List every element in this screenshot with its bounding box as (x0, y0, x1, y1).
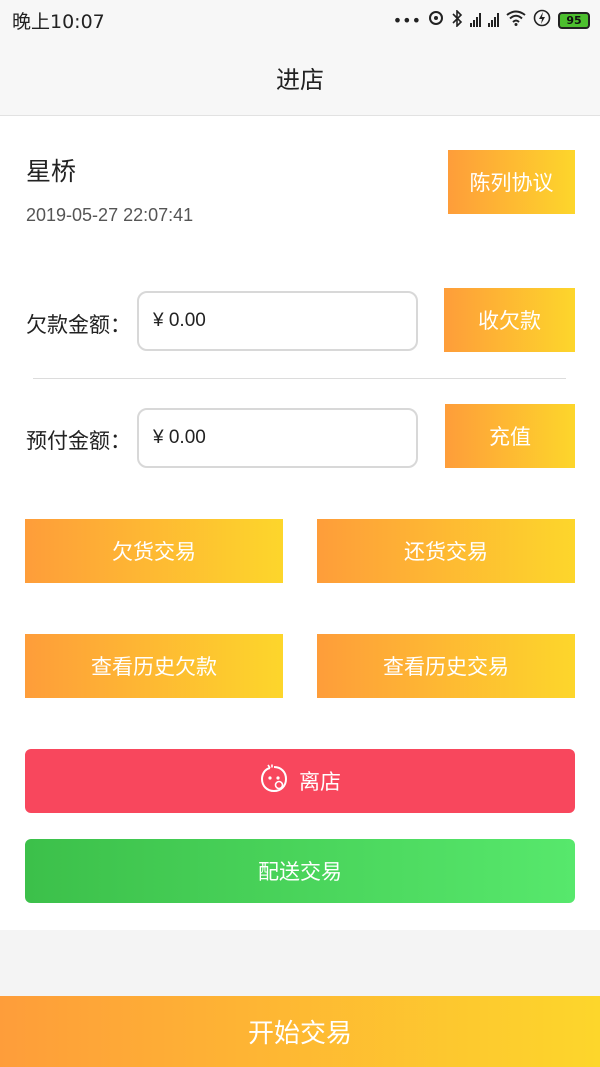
debt-amount-value: ¥ 0.00 (153, 310, 206, 331)
bluetooth-icon (451, 8, 463, 31)
status-bar: 晚上10:07 ••• 95 (0, 0, 600, 40)
history-debt-button[interactable]: 查看历史欠款 (25, 634, 283, 698)
signal-2-icon (488, 13, 499, 27)
prepaid-amount-label: 预付金额： (26, 429, 131, 453)
prepaid-amount-value: ¥ 0.00 (153, 427, 206, 448)
nav-bar: 进店 (0, 40, 600, 116)
leave-store-button[interactable]: 离店 (25, 749, 575, 813)
delivery-trade-button[interactable]: 配送交易 (25, 839, 575, 903)
wifi-icon (506, 10, 526, 30)
debt-amount-label: 欠款金额： (26, 313, 131, 337)
store-visit-time: 2019-05-27 22:07:41 (26, 205, 194, 225)
status-time: 晚上10:07 (12, 10, 105, 33)
signal-1-icon (470, 13, 481, 27)
prepaid-amount-field: ¥ 0.00 (137, 408, 418, 468)
page-title: 进店 (276, 66, 324, 94)
leave-store-label: 离店 (299, 770, 341, 794)
history-trade-button[interactable]: 查看历史交易 (317, 634, 575, 698)
debt-amount-field: ¥ 0.00 (137, 291, 418, 351)
battery-icon: 95 (558, 11, 590, 29)
start-trade-button[interactable]: 开始交易 (0, 996, 600, 1067)
collect-debt-button[interactable]: 收欠款 (444, 288, 575, 352)
return-goods-trade-button[interactable]: 还货交易 (317, 519, 575, 583)
leave-face-icon (259, 764, 289, 799)
divider (33, 378, 566, 379)
bottom-spacer (0, 930, 600, 996)
recharge-button[interactable]: 充值 (445, 404, 575, 468)
owe-goods-trade-button[interactable]: 欠货交易 (25, 519, 283, 583)
charging-icon (533, 9, 551, 31)
status-icons: ••• 95 (392, 8, 590, 31)
more-dots-icon: ••• (392, 10, 421, 30)
display-agreement-button[interactable]: 陈列协议 (448, 150, 575, 214)
location-icon (428, 10, 444, 30)
store-name: 星桥 (26, 157, 77, 186)
